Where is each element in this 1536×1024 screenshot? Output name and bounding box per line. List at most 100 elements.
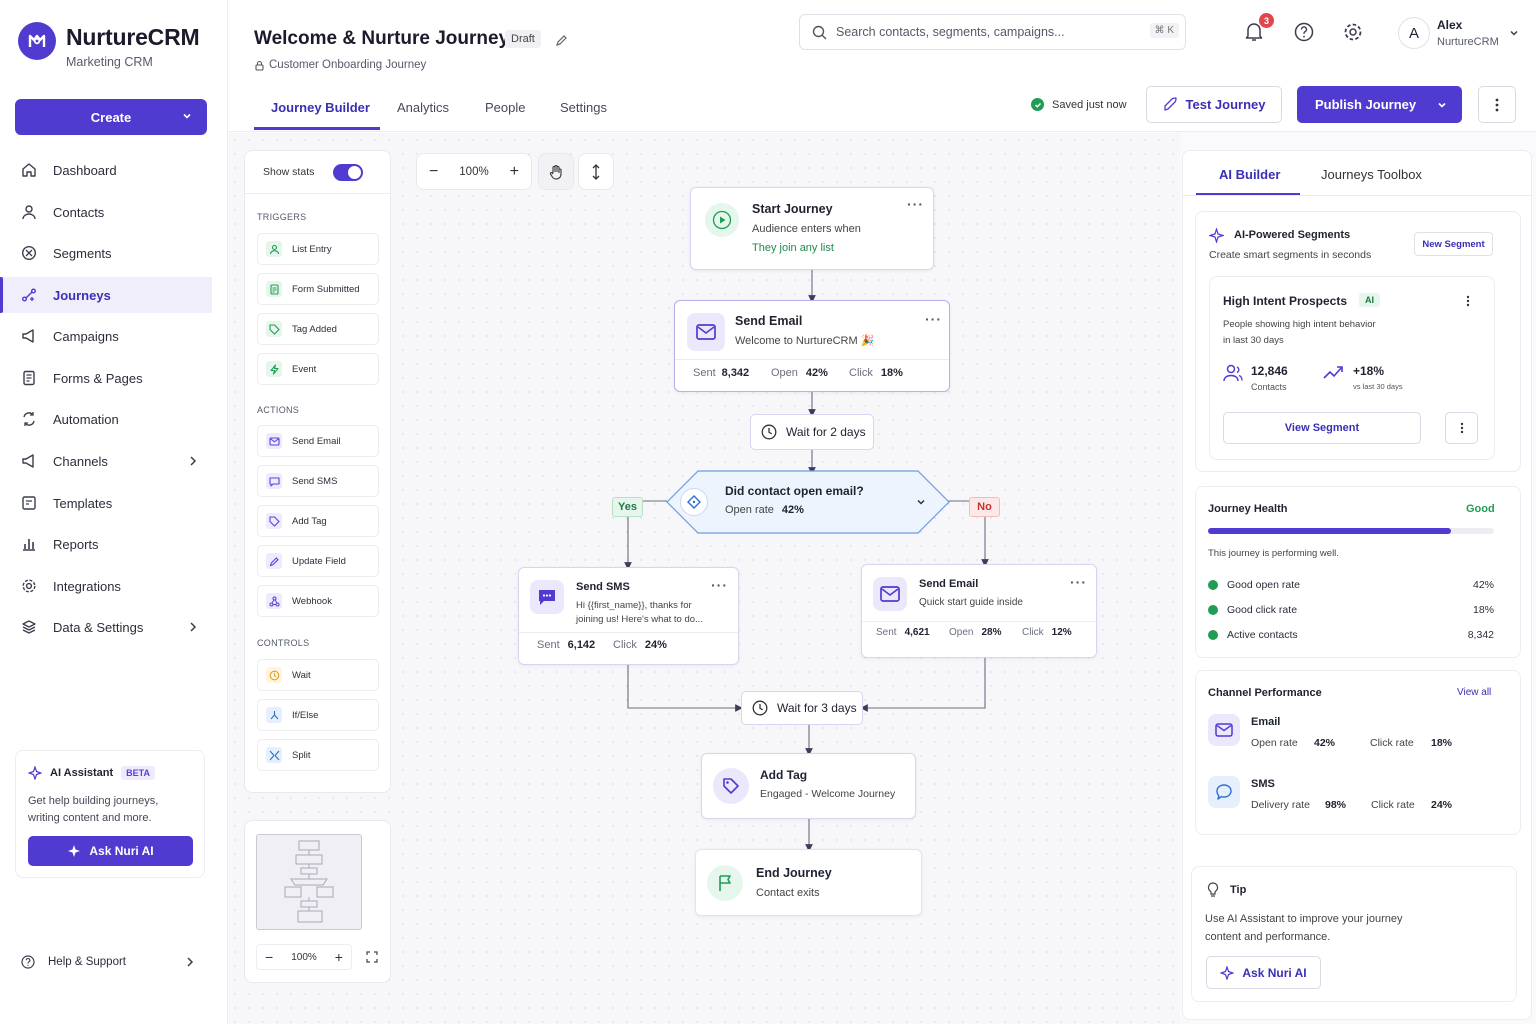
sidebar-item-label: Templates [53,495,113,511]
kebab-icon[interactable] [1466,295,1470,307]
fit-vertical-button[interactable] [578,153,614,190]
palette-event[interactable]: Event [257,353,379,385]
sidebar-item-forms[interactable]: Forms & Pages [0,360,212,396]
search-input[interactable]: Search contacts, segments, campaigns... … [799,14,1186,50]
palette-tag-added[interactable]: Tag Added [257,313,379,345]
triggers-title: TRIGGERS [257,212,307,222]
sidebar-item-dashboard[interactable]: Dashboard [0,152,212,188]
node-wait-2[interactable]: Wait for 3 days [741,691,863,725]
sidebar-item-contacts[interactable]: Contacts [0,194,212,230]
palette-update-field[interactable]: Update Field [257,545,379,577]
palette-add-tag[interactable]: Add Tag [257,505,379,537]
sidebar-item-templates[interactable]: Templates [0,485,212,521]
stat-label: Click [1022,627,1044,638]
channel-metric-value: 24% [1431,799,1453,811]
sidebar-item-label: Data & Settings [53,619,144,635]
palette-send-sms[interactable]: Send SMS [257,465,379,497]
tab-ai-builder[interactable]: AI Builder [1219,167,1280,182]
sidebar-item-campaigns[interactable]: Campaigns [0,318,212,354]
view-all-link[interactable]: View all [1457,687,1491,698]
tip-ask-nuri-button[interactable]: Ask Nuri AI [1206,956,1321,989]
search-icon [812,25,827,39]
zoom-out-button[interactable]: − [265,949,273,965]
zoom-in-button[interactable]: + [510,163,519,181]
settings-icon[interactable] [1343,22,1363,42]
form-icon [20,369,38,387]
help-icon [21,955,35,969]
end-sub: Contact exits [756,887,820,899]
play-icon [705,203,739,237]
node-add-tag[interactable]: Add Tag Engaged - Welcome Journey [701,753,916,819]
chevron-down-icon[interactable] [915,496,927,508]
palette-wait[interactable]: Wait [257,659,379,691]
node-menu-button[interactable]: ··· [925,311,942,327]
view-segment-button[interactable]: View Segment [1223,412,1421,444]
show-stats-toggle[interactable] [333,164,363,181]
palette-list-entry[interactable]: List Entry [257,233,379,265]
create-button[interactable]: Create [15,99,207,135]
segment-more-button[interactable] [1445,412,1478,444]
ask-nuri-label: Ask Nuri AI [89,844,154,858]
email1-title: Send Email [735,314,803,328]
notifications-button[interactable]: 3 [1244,13,1274,42]
email1-subject: Welcome to NurtureCRM 🎉 [735,335,875,347]
node-send-sms[interactable]: Send SMS Hi {{first_name}}, thanks for j… [518,567,739,665]
node-menu-button[interactable]: ··· [907,196,924,212]
stat-value: 42% [805,367,828,379]
pan-tool-button[interactable] [538,153,574,190]
ask-nuri-button[interactable]: Ask Nuri AI [28,836,193,866]
health-row: Active contacts 8,342 [1208,629,1494,641]
node-start-journey[interactable]: Start Journey Audience enters when They … [690,187,934,270]
tab-journeys-toolbox[interactable]: Journeys Toolbox [1321,167,1422,182]
test-journey-button[interactable]: Test Journey [1146,86,1282,123]
zoom-out-button[interactable]: − [429,163,438,181]
sidebar-item-channels[interactable]: Channels [0,443,212,479]
sidebar-item-integrations[interactable]: Integrations [0,568,212,604]
palette-send-email[interactable]: Send Email [257,425,379,457]
avatar[interactable]: A [1398,17,1430,49]
more-options-button[interactable] [1478,86,1516,123]
minimap-viewport[interactable] [256,834,362,930]
publish-journey-button[interactable]: Publish Journey [1297,86,1462,123]
palette-split[interactable]: Split [257,739,379,771]
new-segment-button[interactable]: New Segment [1414,232,1493,256]
node-send-email-1[interactable]: Send Email Welcome to NurtureCRM 🎉 ··· S… [674,300,950,392]
sms-title: Send SMS [576,581,630,593]
node-end-journey[interactable]: End Journey Contact exits [695,849,922,916]
node-menu-button[interactable]: ··· [711,577,728,593]
sidebar-item-automation[interactable]: Automation [0,401,212,437]
header: Welcome & Nurture Journey Draft Customer… [228,0,1536,132]
zoom-in-button[interactable]: + [335,949,343,965]
palette-if-else[interactable]: If/Else [257,699,379,731]
tab-settings[interactable]: Settings [560,100,607,115]
health-row-value: 8,342 [1467,629,1494,641]
chevron-right-icon [190,456,197,466]
chevron-down-icon[interactable] [1436,99,1448,111]
ai-assistant-text: writing content and more. [28,812,152,824]
tag-icon [266,513,282,529]
branch-icon [266,707,282,723]
sidebar-item-reports[interactable]: Reports [0,526,212,562]
tab-analytics[interactable]: Analytics [397,100,449,115]
palette-form-submitted[interactable]: Form Submitted [257,273,379,305]
node-condition[interactable]: Did contact open email? Open rate 42% [666,470,950,534]
segment-title: High Intent Prospects [1223,294,1348,308]
help-support-link[interactable]: Help & Support [21,955,201,969]
health-row-label: Good open rate [1227,579,1300,591]
fullscreen-icon[interactable] [366,951,378,963]
chevron-down-icon[interactable] [1508,27,1520,39]
node-send-email-2[interactable]: Send Email Quick start guide inside ··· … [861,564,1097,658]
sidebar-item-segments[interactable]: Segments [0,235,212,271]
sidebar-item-data-settings[interactable]: Data & Settings [0,609,212,645]
node-wait-1[interactable]: Wait for 2 days [750,414,874,450]
tab-people[interactable]: People [485,100,525,115]
sidebar-item-label: Channels [53,453,108,469]
palette-webhook[interactable]: Webhook [257,585,379,617]
help-icon[interactable] [1294,22,1314,42]
tab-journey-builder[interactable]: Journey Builder [271,100,370,115]
ai-assistant-card: AI Assistant BETA Get help building jour… [15,750,205,878]
edit-icon[interactable] [555,33,569,47]
sidebar-item-journeys[interactable]: Journeys [0,277,212,313]
journey-health-card: Journey Health Good This journey is perf… [1195,486,1521,658]
node-menu-button[interactable]: ··· [1070,574,1087,590]
